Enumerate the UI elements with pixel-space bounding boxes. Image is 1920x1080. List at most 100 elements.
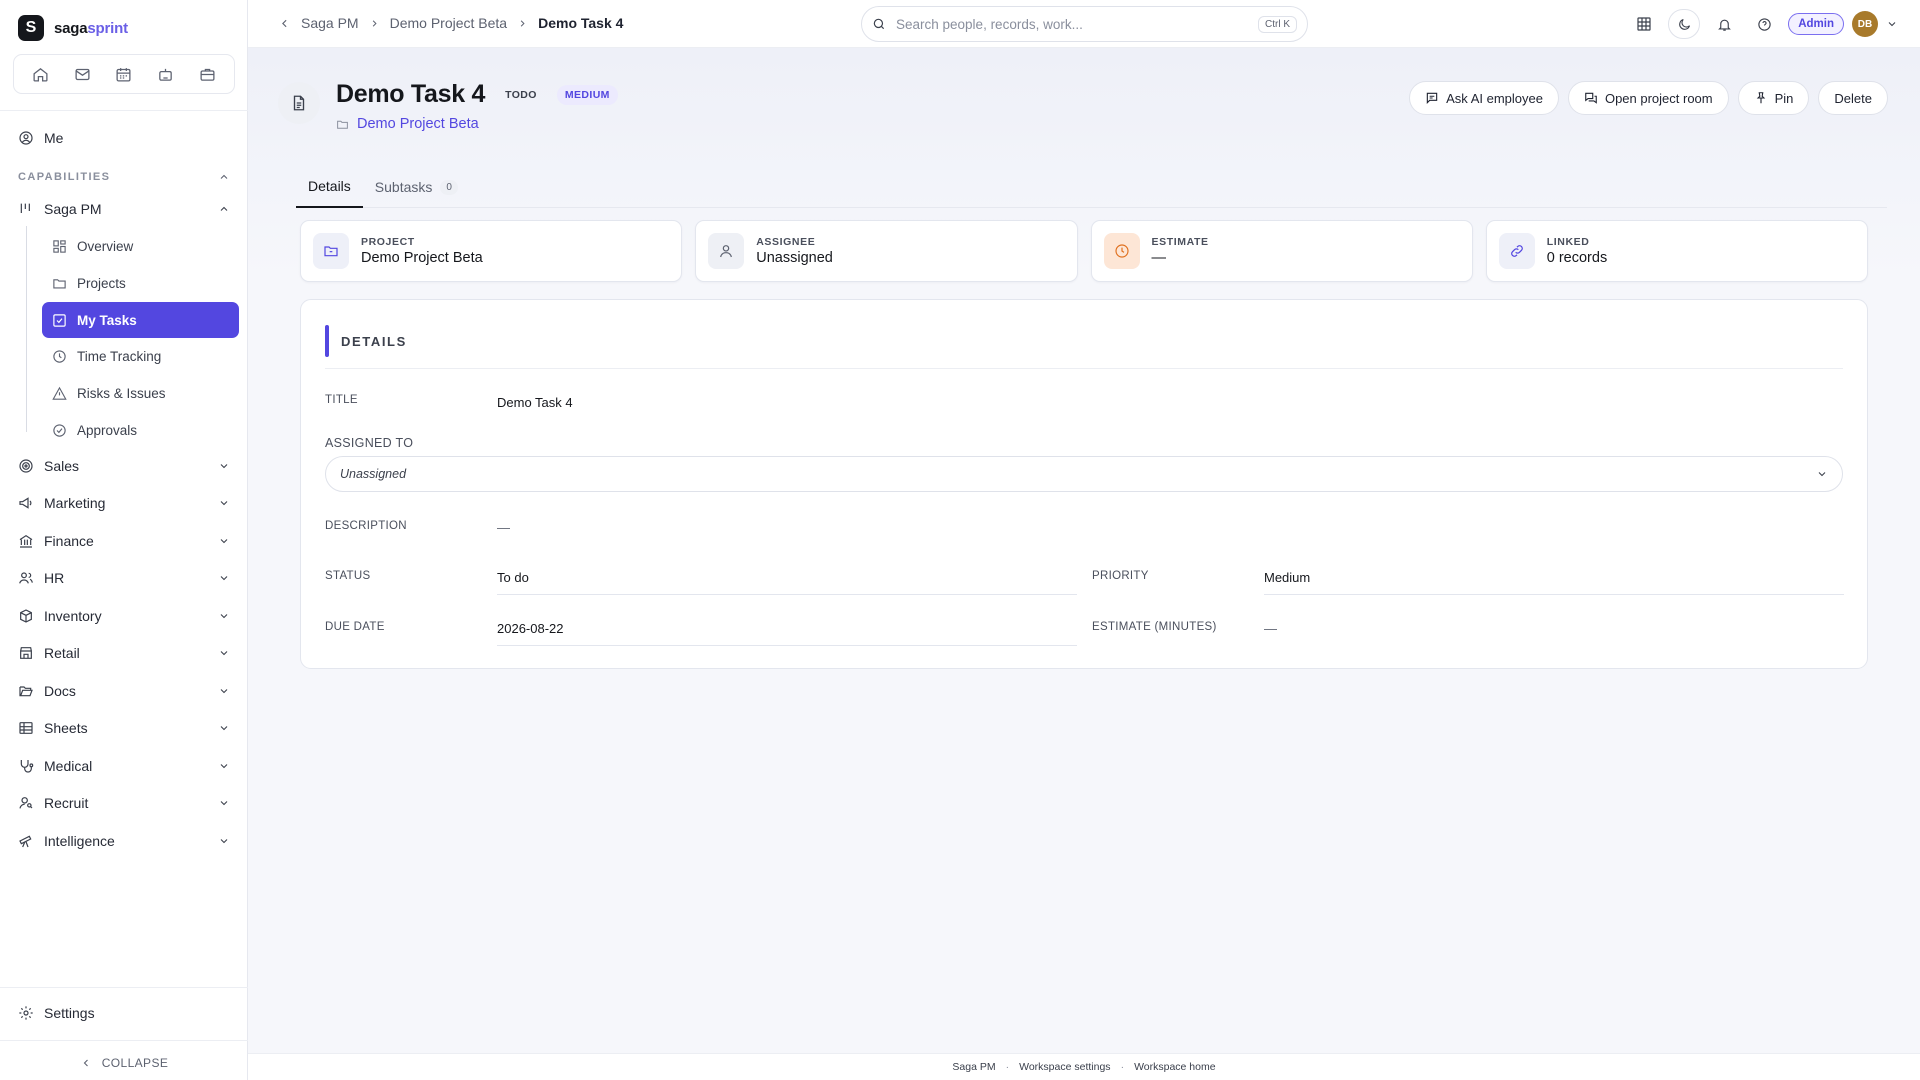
quick-nav bbox=[13, 54, 235, 94]
sidebar-group-medical[interactable]: Medical bbox=[18, 758, 230, 774]
store-icon bbox=[18, 645, 34, 661]
sidebar-group-hr[interactable]: HR bbox=[18, 570, 230, 586]
chevron-down-icon bbox=[218, 535, 230, 547]
estimate-value[interactable]: — bbox=[1264, 621, 1277, 636]
chevron-down-icon bbox=[218, 497, 230, 509]
mail-icon[interactable] bbox=[74, 66, 91, 83]
chevron-down-icon bbox=[218, 760, 230, 772]
breadcrumb-link[interactable]: Saga PM bbox=[301, 15, 359, 31]
sidebar-divider bbox=[0, 1040, 248, 1041]
assignee-select-value: Unassigned bbox=[340, 467, 407, 481]
priority-value[interactable]: Medium bbox=[1264, 570, 1310, 585]
chevron-right-icon bbox=[517, 18, 528, 29]
description-value[interactable]: — bbox=[497, 520, 510, 535]
sidebar-item-me[interactable]: Me bbox=[18, 130, 63, 146]
table-icon bbox=[18, 720, 34, 736]
app-logo[interactable]: S sagasprint bbox=[18, 15, 128, 41]
chevron-down-icon bbox=[218, 460, 230, 472]
sidebar-item-time-tracking[interactable]: Time Tracking bbox=[42, 338, 239, 374]
briefcase-icon[interactable] bbox=[199, 66, 216, 83]
search-input[interactable]: Search people, records, work... Ctrl K bbox=[861, 6, 1308, 42]
sidebar-group-sales[interactable]: Sales bbox=[18, 458, 230, 474]
folder-open-icon bbox=[18, 683, 34, 699]
help-icon[interactable] bbox=[1748, 9, 1780, 39]
chevron-up-icon bbox=[218, 171, 230, 183]
box-icon bbox=[18, 608, 34, 624]
footer-separator: · bbox=[1120, 1061, 1125, 1073]
sidebar-group-saga-pm[interactable]: Saga PM bbox=[18, 201, 230, 217]
sidebar-item-approvals[interactable]: Approvals bbox=[42, 412, 239, 448]
bell-icon[interactable] bbox=[1708, 9, 1740, 39]
open-project-room-button[interactable]: Open project room bbox=[1567, 81, 1729, 115]
calendar-icon[interactable] bbox=[115, 66, 132, 83]
sidebar-item-label: My Tasks bbox=[77, 312, 137, 328]
chevron-down-icon[interactable] bbox=[1886, 18, 1898, 30]
avatar[interactable]: DB bbox=[1852, 11, 1878, 37]
sidebar-group-label: HR bbox=[44, 570, 65, 586]
project-link[interactable]: Demo Project Beta bbox=[336, 116, 479, 132]
logo-mark: S bbox=[18, 15, 44, 41]
collapse-button[interactable]: COLLAPSE bbox=[0, 1046, 248, 1080]
sidebar-group-docs[interactable]: Docs bbox=[18, 683, 230, 699]
back-chevron-icon[interactable] bbox=[278, 17, 291, 30]
footer-link[interactable]: Workspace settings bbox=[1019, 1061, 1110, 1073]
breadcrumb-link[interactable]: Demo Project Beta bbox=[390, 15, 508, 31]
pin-icon bbox=[1754, 91, 1768, 105]
chevron-down-icon bbox=[218, 647, 230, 659]
sidebar-divider bbox=[0, 110, 248, 111]
footer-link[interactable]: Workspace home bbox=[1134, 1061, 1216, 1073]
footer-link[interactable]: Saga PM bbox=[952, 1061, 995, 1073]
chevron-down-icon bbox=[218, 685, 230, 697]
collapse-label: COLLAPSE bbox=[101, 1056, 169, 1070]
clock-icon bbox=[52, 349, 67, 364]
megaphone-icon bbox=[18, 495, 34, 511]
chevron-down-icon bbox=[218, 722, 230, 734]
sidebar-item-my-tasks[interactable]: My Tasks bbox=[42, 302, 239, 338]
bot-icon[interactable] bbox=[157, 66, 174, 83]
linked-card[interactable]: LINKED 0 records bbox=[1485, 220, 1868, 282]
sidebar-group-retail[interactable]: Retail bbox=[18, 645, 230, 661]
sidebar-item-overview[interactable]: Overview bbox=[42, 228, 239, 264]
status-value[interactable]: To do bbox=[497, 570, 529, 585]
sidebar-group-recruit[interactable]: Recruit bbox=[18, 795, 230, 811]
sidebar-group-sheets[interactable]: Sheets bbox=[18, 720, 230, 736]
assigned-label: ASSIGNED TO bbox=[325, 436, 414, 450]
sidebar-group-finance[interactable]: Finance bbox=[18, 533, 230, 549]
sidebar-group-intelligence[interactable]: Intelligence bbox=[18, 833, 230, 849]
title-value[interactable]: Demo Task 4 bbox=[497, 395, 573, 410]
sidebar-group-inventory[interactable]: Inventory bbox=[18, 608, 230, 624]
sidebar-item-projects[interactable]: Projects bbox=[42, 265, 239, 301]
document-icon bbox=[278, 82, 320, 124]
due-date-value[interactable]: 2026-08-22 bbox=[497, 621, 564, 636]
gear-icon bbox=[18, 1005, 34, 1021]
apps-grid-icon[interactable] bbox=[1628, 9, 1660, 39]
project-card[interactable]: PROJECT Demo Project Beta bbox=[300, 220, 683, 282]
assignee-select[interactable]: Unassigned bbox=[325, 456, 1843, 492]
project-link-label: Demo Project Beta bbox=[357, 116, 479, 132]
folder-icon bbox=[52, 276, 67, 291]
tab-subtasks[interactable]: Subtasks 0 bbox=[363, 166, 470, 208]
pin-button[interactable]: Pin bbox=[1737, 81, 1810, 115]
tab-label: Details bbox=[308, 178, 351, 194]
details-heading-label: DETAILS bbox=[341, 333, 407, 349]
status-badge: TODO bbox=[505, 88, 537, 101]
sidebar-item-risks-issues[interactable]: Risks & Issues bbox=[42, 375, 239, 411]
sidebar-item-settings[interactable]: Settings bbox=[18, 1005, 95, 1021]
card-label: PROJECT bbox=[361, 236, 415, 248]
delete-button[interactable]: Delete bbox=[1818, 81, 1888, 115]
tab-details[interactable]: Details bbox=[296, 166, 363, 208]
accent-bar bbox=[325, 325, 329, 357]
moon-icon[interactable] bbox=[1668, 9, 1701, 39]
sidebar-group-label: Sheets bbox=[44, 720, 88, 736]
field-underline bbox=[1264, 594, 1844, 595]
card-value: Unassigned bbox=[756, 250, 833, 266]
capabilities-header[interactable]: CAPABILITIES bbox=[18, 171, 230, 183]
sidebar-group-marketing[interactable]: Marketing bbox=[18, 495, 230, 511]
card-value: Demo Project Beta bbox=[361, 250, 483, 266]
assignee-card[interactable]: ASSIGNEE Unassigned bbox=[695, 220, 1078, 282]
role-badge[interactable]: Admin bbox=[1788, 13, 1844, 35]
status-label: STATUS bbox=[325, 570, 371, 582]
estimate-card[interactable]: ESTIMATE — bbox=[1090, 220, 1473, 282]
ask-ai-button[interactable]: Ask AI employee bbox=[1409, 81, 1559, 115]
home-icon[interactable] bbox=[32, 66, 49, 83]
